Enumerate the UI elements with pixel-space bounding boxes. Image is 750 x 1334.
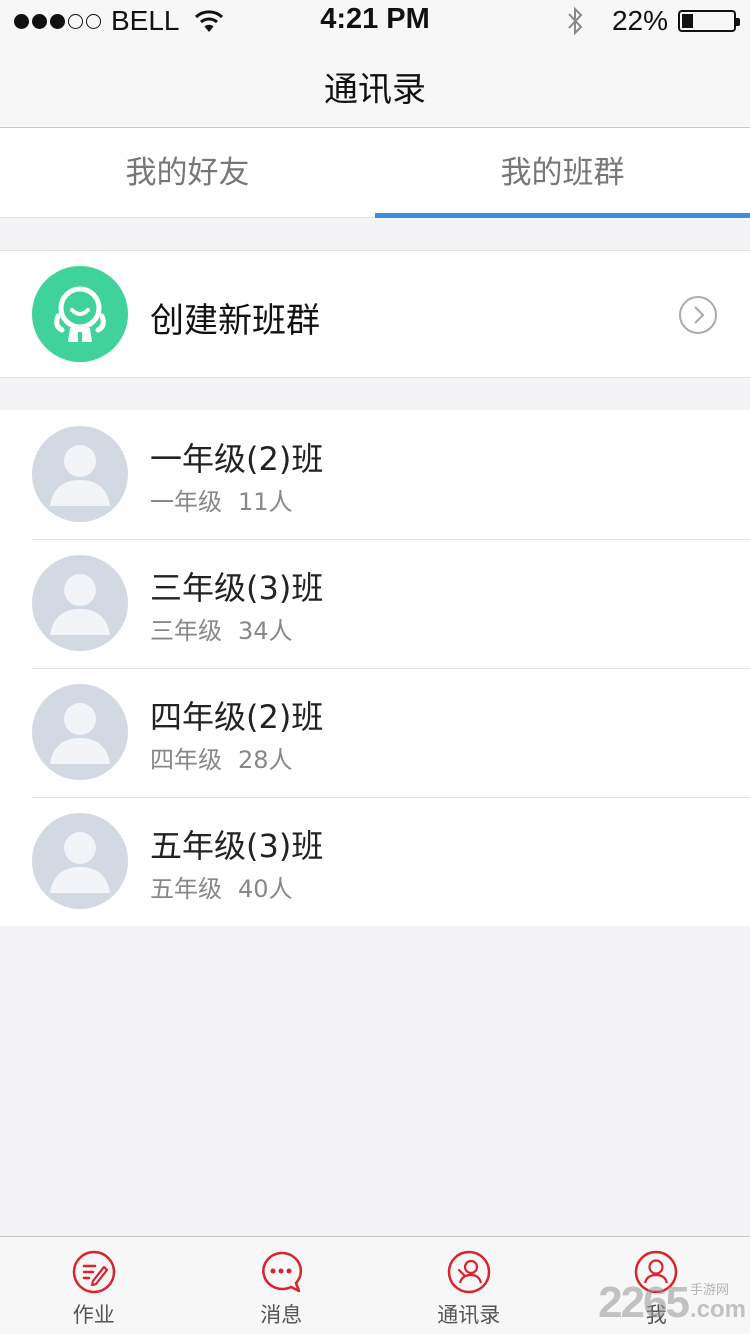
bluetooth-icon <box>568 6 583 36</box>
class-grade: 三年级 <box>150 617 222 645</box>
tab-bar-label: 通讯录 <box>437 1303 501 1327</box>
class-group-row[interactable]: 五年级(3)班 五年级 40人 <box>0 797 750 926</box>
tab-bar-homework[interactable]: 作业 <box>0 1237 188 1334</box>
group-mascot-icon <box>32 266 128 362</box>
contacts-icon <box>447 1250 490 1294</box>
class-group-meta: 一年级 11人 <box>150 482 293 517</box>
chevron-right-icon <box>679 296 717 334</box>
tab-bar-me[interactable]: 我 <box>563 1237 750 1334</box>
class-group-name: 三年级(3)班 <box>150 569 324 607</box>
tab-bar-label: 消息 <box>260 1303 303 1327</box>
profile-icon <box>635 1250 678 1294</box>
page-title: 通讯录 <box>324 70 426 110</box>
status-right: 22% <box>566 5 740 37</box>
class-group-row[interactable]: 四年级(2)班 四年级 28人 <box>0 668 750 797</box>
tab-bar-label: 我 <box>645 1303 667 1327</box>
class-group-name: 一年级(2)班 <box>150 440 324 478</box>
battery-percent: 22% <box>611 5 668 36</box>
class-member-count: 11人 <box>238 488 293 516</box>
tab-my-friends[interactable]: 我的好友 <box>0 128 375 217</box>
tab-bar-messages[interactable]: 消息 <box>188 1237 376 1334</box>
status-bar: BELL 4:21 PM 22% <box>0 0 750 40</box>
class-group-row[interactable]: 一年级(2)班 一年级 11人 <box>0 410 750 539</box>
class-member-count: 28人 <box>238 746 293 774</box>
default-avatar-icon <box>32 426 128 522</box>
default-avatar-icon <box>32 555 128 651</box>
default-avatar-icon <box>32 684 128 780</box>
class-group-meta: 四年级 28人 <box>150 740 293 775</box>
class-group-list: 一年级(2)班 一年级 11人 三年级(3)班 三年级 34人 四年级(2)班 四年… <box>0 410 750 926</box>
homework-icon <box>72 1250 115 1294</box>
class-group-meta: 三年级 34人 <box>150 611 293 646</box>
bottom-tab-bar: 作业 消息 通讯录 我 <box>0 1236 750 1334</box>
class-grade: 五年级 <box>150 875 222 903</box>
battery-icon <box>678 10 740 32</box>
create-class-group-row[interactable]: 创建新班群 <box>0 250 750 378</box>
class-group-meta: 五年级 40人 <box>150 869 293 904</box>
class-group-row[interactable]: 三年级(3)班 三年级 34人 <box>0 539 750 668</box>
create-class-group-label: 创建新班群 <box>150 301 320 341</box>
tab-bar-contacts[interactable]: 通讯录 <box>375 1237 563 1334</box>
class-member-count: 34人 <box>238 617 293 645</box>
segment-tabs: 我的好友 我的班群 <box>0 128 750 218</box>
class-grade: 一年级 <box>150 488 222 516</box>
message-icon <box>262 1251 303 1293</box>
class-member-count: 40人 <box>238 875 293 903</box>
tab-bar-label: 作业 <box>72 1303 115 1327</box>
class-group-name: 五年级(3)班 <box>150 827 324 865</box>
class-group-name: 四年级(2)班 <box>150 698 324 736</box>
class-grade: 四年级 <box>150 746 222 774</box>
navigation-bar: 通讯录 <box>0 40 750 128</box>
default-avatar-icon <box>32 813 128 909</box>
tab-my-class-groups[interactable]: 我的班群 <box>375 128 750 218</box>
